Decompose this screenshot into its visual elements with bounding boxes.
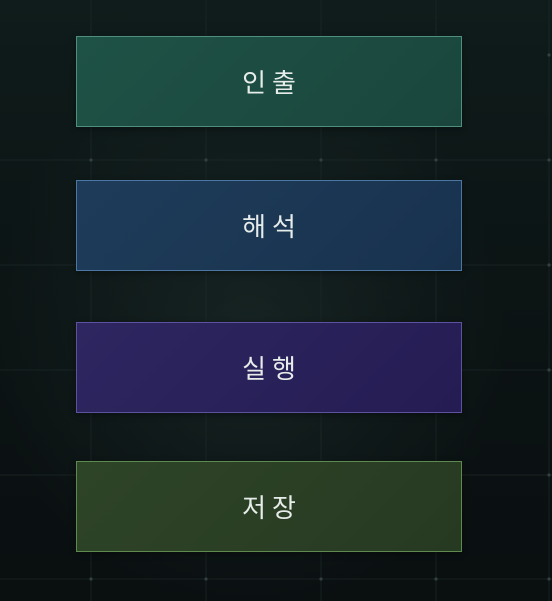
- stage-store-label: 저장: [242, 494, 302, 524]
- stage-decode-box: 해석: [76, 180, 462, 271]
- stage-store-box: 저장: [76, 461, 462, 552]
- stage-fetch-box: 인출: [76, 36, 462, 127]
- stage-execute-box: 실행: [76, 322, 462, 413]
- stage-execute-label: 실행: [242, 355, 302, 385]
- stage-fetch-label: 인출: [242, 69, 302, 99]
- stage-decode-label: 해석: [242, 213, 302, 243]
